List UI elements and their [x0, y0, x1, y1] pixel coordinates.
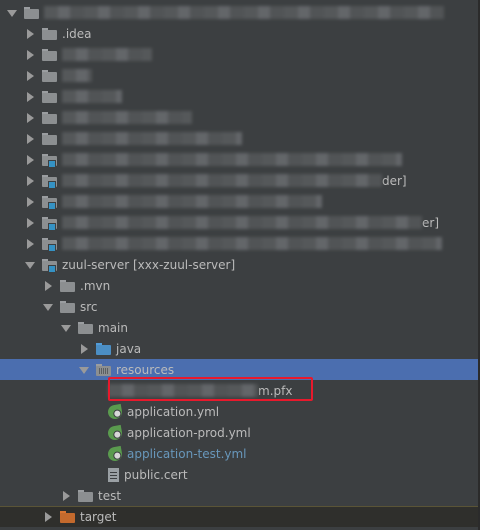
folder-icon	[42, 91, 57, 103]
module-folder-icon	[42, 259, 57, 273]
tree-row[interactable]	[0, 233, 480, 254]
text-file-icon	[108, 467, 119, 482]
project-tree[interactable]: .idea der] er] zuul-server [xxx-zuul-server…	[0, 0, 480, 530]
chevron-right-icon[interactable]	[24, 112, 36, 124]
chevron-right-icon[interactable]	[24, 217, 36, 229]
tree-row[interactable]	[0, 191, 480, 212]
chevron-right-icon[interactable]	[24, 28, 36, 40]
tree-row-label: main	[98, 320, 128, 335]
tree-row-label: application-test.yml	[127, 446, 247, 461]
folder-icon	[60, 280, 75, 292]
chevron-right-icon[interactable]	[24, 70, 36, 82]
tree-row-label: zuul-server [xxx-zuul-server]	[62, 257, 236, 272]
tree-row-label: test	[98, 488, 122, 503]
tree-row[interactable]: application.yml	[0, 401, 480, 422]
tree-row[interactable]	[0, 65, 480, 86]
redacted-text	[62, 174, 382, 187]
tree-row-label: resources	[116, 362, 175, 377]
tree-row[interactable]	[0, 107, 480, 128]
tree-row[interactable]: src	[0, 296, 480, 317]
chevron-right-icon[interactable]	[24, 175, 36, 187]
chevron-right-icon[interactable]	[60, 490, 72, 502]
tree-row-label: public.cert	[124, 467, 188, 482]
tree-row[interactable]	[0, 44, 480, 65]
chevron-right-icon[interactable]	[24, 238, 36, 250]
resources-folder-icon	[96, 364, 111, 376]
tree-row[interactable]: public.cert	[0, 464, 480, 485]
module-folder-icon	[42, 217, 57, 231]
folder-icon	[42, 112, 57, 124]
chevron-down-icon[interactable]	[24, 259, 36, 271]
tree-row[interactable]	[0, 149, 480, 170]
tree-row-label: target	[80, 510, 117, 524]
redacted-text	[62, 132, 242, 145]
chevron-right-icon[interactable]	[24, 196, 36, 208]
tree-row-label: .mvn	[80, 278, 111, 293]
tree-row-label: application.yml	[127, 404, 220, 419]
spring-config-icon	[106, 424, 124, 441]
redacted-text	[62, 153, 402, 166]
tree-row[interactable]: application-prod.yml	[0, 422, 480, 443]
source-folder-icon	[96, 343, 111, 355]
folder-icon	[24, 7, 39, 19]
tree-row[interactable]	[0, 2, 480, 23]
folder-icon	[42, 70, 57, 82]
tree-row[interactable]: zuul-server [xxx-zuul-server]	[0, 254, 480, 275]
redacted-text	[62, 48, 152, 61]
redacted-text	[44, 6, 444, 19]
tree-row[interactable]: target	[0, 506, 480, 527]
tree-row[interactable]: java	[0, 338, 480, 359]
chevron-right-icon[interactable]	[78, 343, 90, 355]
redacted-text	[62, 111, 192, 124]
folder-icon	[78, 322, 93, 334]
tree-row-label: der]	[382, 173, 407, 188]
tree-row[interactable]: .idea	[0, 23, 480, 44]
chevron-down-icon[interactable]	[60, 322, 72, 334]
tree-row[interactable]: application-test.yml	[0, 443, 480, 464]
tree-row[interactable]	[0, 128, 480, 149]
highlight-annotation-box	[108, 377, 313, 401]
folder-icon	[42, 49, 57, 61]
tree-row-label: java	[116, 341, 142, 356]
spring-config-icon	[106, 445, 124, 462]
tree-row-label: .idea	[62, 26, 92, 41]
folder-icon	[78, 490, 93, 502]
tree-row-label: src	[80, 299, 98, 314]
redacted-text	[62, 237, 442, 250]
chevron-right-icon[interactable]	[24, 154, 36, 166]
tree-row[interactable]: er]	[0, 212, 480, 233]
tree-row-label: er]	[422, 215, 439, 230]
redacted-text	[62, 216, 422, 229]
chevron-right-icon[interactable]	[24, 49, 36, 61]
spring-config-icon	[106, 403, 124, 420]
folder-icon	[60, 301, 75, 313]
tree-row-label: application-prod.yml	[127, 425, 251, 440]
chevron-down-icon[interactable]	[78, 364, 90, 376]
module-folder-icon	[42, 175, 57, 189]
chevron-down-icon[interactable]	[6, 7, 18, 19]
module-folder-icon	[42, 196, 57, 210]
chevron-right-icon[interactable]	[42, 280, 54, 292]
excluded-folder-icon	[60, 511, 75, 523]
module-folder-icon	[42, 238, 57, 252]
tree-row[interactable]: test	[0, 485, 480, 506]
folder-icon	[42, 133, 57, 145]
folder-icon	[42, 28, 57, 40]
chevron-down-icon[interactable]	[42, 301, 54, 313]
redacted-text	[62, 69, 92, 82]
chevron-right-icon[interactable]	[24, 133, 36, 145]
chevron-right-icon[interactable]	[42, 511, 54, 523]
redacted-text	[62, 195, 322, 208]
tree-row[interactable]: der]	[0, 170, 480, 191]
module-folder-icon	[42, 154, 57, 168]
chevron-right-icon[interactable]	[24, 91, 36, 103]
tree-row[interactable]: main	[0, 317, 480, 338]
redacted-text	[62, 90, 122, 103]
tree-row[interactable]: .mvn	[0, 275, 480, 296]
tree-row[interactable]	[0, 86, 480, 107]
